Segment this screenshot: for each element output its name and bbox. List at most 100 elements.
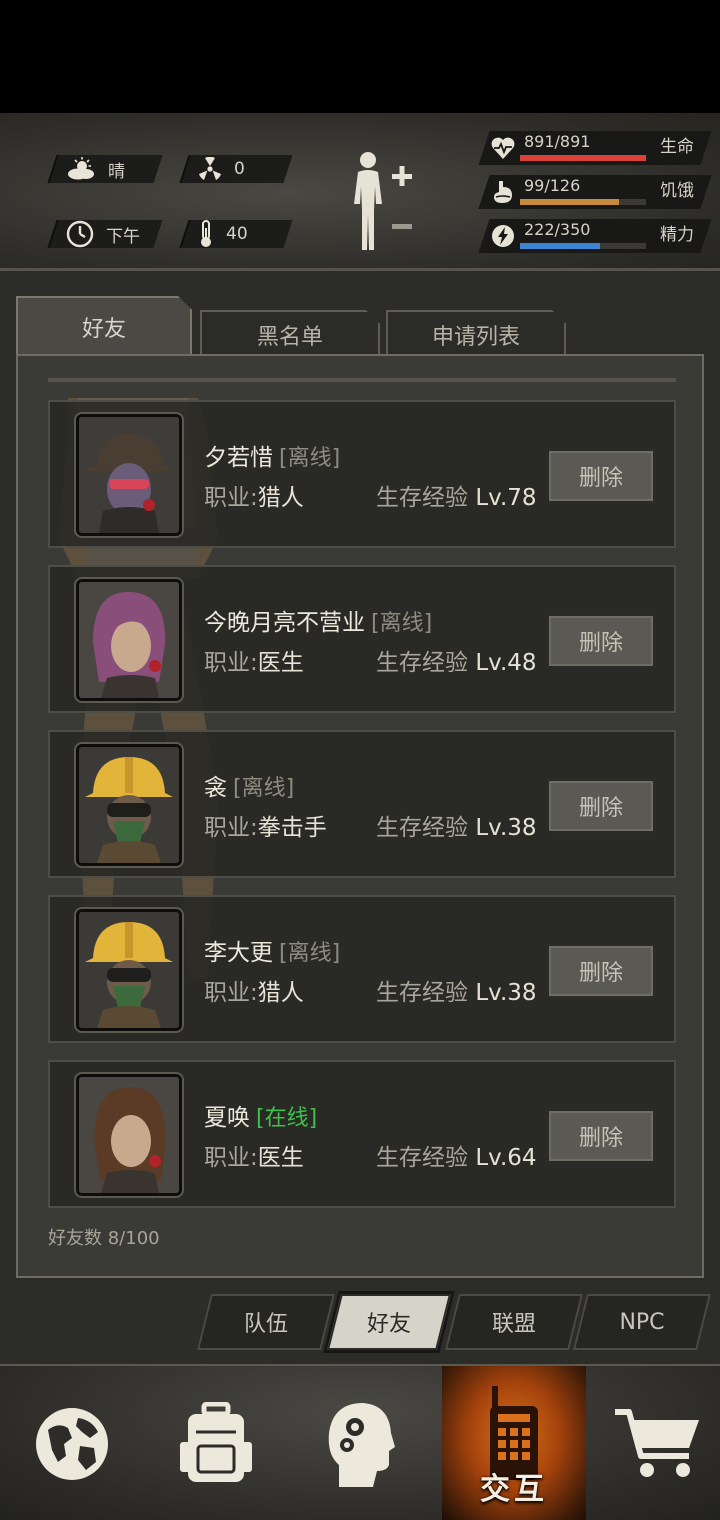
nav-backpack[interactable] — [144, 1366, 288, 1520]
friend-job: 医生 — [257, 1145, 304, 1171]
stomach-icon — [494, 181, 512, 203]
thermometer-icon — [201, 220, 211, 247]
friend-count: 好友数 8/100 — [48, 1228, 160, 1249]
friend-job: 医生 — [257, 650, 304, 676]
nav-interaction[interactable]: 交互 — [442, 1366, 586, 1520]
energy-label: 精力 — [660, 225, 694, 245]
hunter-avatar-icon — [76, 414, 182, 536]
bottom-nav: 交互 — [0, 1364, 720, 1520]
friend-status: [离线] — [279, 446, 341, 471]
friend-row[interactable]: 夕若惜 [离线] 职业:猎人 生存经验 Lv.78 删除 — [48, 400, 676, 548]
friend-name: 李大更 — [204, 940, 273, 966]
subtab-alliance[interactable]: 联盟 — [445, 1294, 583, 1350]
health-fill — [520, 155, 646, 161]
friend-job-label: 职业: — [204, 650, 258, 676]
subtab-team-label: 队伍 — [243, 1312, 288, 1337]
friend-exp-label: 生存经验 — [376, 650, 468, 676]
clock-icon — [66, 220, 94, 248]
radiation-chip: 0 — [179, 155, 293, 183]
nav-map[interactable] — [0, 1366, 144, 1520]
friend-row[interactable]: 夏唤 [在线] 职业:医生 生存经验 Lv.64 删除 — [48, 1060, 676, 1208]
helmet-avatar-icon — [76, 909, 182, 1031]
delete-label: 删除 — [578, 796, 623, 821]
delete-label: 删除 — [578, 961, 623, 986]
tab-requests-label: 申请列表 — [431, 325, 520, 350]
friend-job-label: 职业: — [204, 1145, 258, 1171]
delete-label: 删除 — [578, 631, 623, 656]
friend-job: 拳击手 — [257, 815, 327, 841]
tab-friends[interactable]: 好友 — [16, 296, 192, 356]
friend-status: [离线] — [371, 611, 433, 636]
nav-skills[interactable] — [288, 1366, 432, 1520]
friend-name: 衾 — [204, 775, 227, 801]
friend-row[interactable]: 李大更 [离线] 职业:猎人 生存经验 Lv.38 删除 — [48, 895, 676, 1043]
globe-icon — [36, 1408, 108, 1480]
friend-job-label: 职业: — [204, 815, 258, 841]
doctor-avatar-icon — [76, 1074, 182, 1196]
hunger-fill — [520, 199, 620, 205]
weather-text: 晴 — [108, 161, 125, 182]
friend-job-label: 职业: — [204, 980, 258, 1006]
friend-name: 夕若惜 — [204, 445, 273, 471]
friend-exp-label: 生存经验 — [376, 1145, 468, 1171]
helmet-avatar-icon — [76, 744, 182, 866]
heart-icon — [491, 137, 515, 159]
friend-level: Lv.38 — [475, 980, 537, 1006]
subtab-npc[interactable]: NPC — [573, 1294, 711, 1350]
subtab-team[interactable]: 队伍 — [197, 1294, 335, 1350]
tab-blacklist[interactable]: 黑名单 — [200, 310, 380, 358]
energy-icon — [492, 225, 514, 247]
hunger-value: 99/126 — [524, 176, 581, 195]
temperature-chip: 40 — [179, 220, 293, 248]
energy-bar: 222/350 精力 — [478, 219, 712, 253]
friend-job: 猎人 — [257, 980, 304, 1006]
body-status-icon[interactable] — [348, 150, 418, 254]
delete-friend-button[interactable]: 删除 — [546, 448, 656, 504]
delete-friend-button[interactable]: 删除 — [546, 1108, 656, 1164]
delete-friend-button[interactable]: 删除 — [546, 943, 656, 999]
time-chip: 下午 — [47, 220, 163, 248]
friend-exp-label: 生存经验 — [376, 485, 468, 511]
friend-status: [离线] — [233, 776, 295, 801]
energy-fill — [520, 243, 600, 249]
friend-list[interactable]: 夕若惜 [离线] 职业:猎人 生存经验 Lv.78 删除 今晚月亮不营业 [离线] … — [30, 378, 678, 1216]
time-text: 下午 — [106, 226, 140, 247]
subtab-friends[interactable]: 好友 — [327, 1294, 451, 1350]
delete-friend-button[interactable]: 删除 — [546, 778, 656, 834]
energy-value: 222/350 — [524, 220, 591, 239]
radiation-value: 0 — [234, 159, 245, 179]
weather-chip: 晴 — [47, 155, 163, 183]
subtab-friends-label: 好友 — [366, 1312, 411, 1337]
temperature-value: 40 — [226, 224, 248, 244]
friend-name: 夏唤 — [204, 1105, 250, 1131]
delete-friend-button[interactable]: 删除 — [546, 613, 656, 669]
radiation-icon — [199, 157, 221, 180]
brain-head-icon — [328, 1403, 395, 1487]
doctor-avatar-icon — [76, 579, 182, 701]
delete-label: 删除 — [578, 466, 623, 491]
tab-friends-label: 好友 — [81, 317, 126, 342]
health-label: 生命 — [660, 137, 694, 157]
nav-shop[interactable] — [586, 1366, 720, 1520]
friend-row[interactable]: 衾 [离线] 职业:拳击手 生存经验 Lv.38 删除 — [48, 730, 676, 878]
friend-level: Lv.78 — [475, 485, 537, 511]
health-value: 891/891 — [524, 132, 591, 151]
delete-label: 删除 — [578, 1126, 623, 1151]
health-bar: 891/891 生命 — [478, 131, 712, 165]
weather-icon — [68, 157, 94, 180]
friend-exp-label: 生存经验 — [376, 980, 468, 1006]
subtab-alliance-label: 联盟 — [491, 1312, 536, 1337]
friend-level: Lv.48 — [475, 650, 537, 676]
friend-name: 今晚月亮不营业 — [204, 610, 365, 636]
hunger-label: 饥饿 — [660, 181, 694, 201]
nav-interaction-label: 交互 — [480, 1472, 548, 1507]
hunger-bar: 99/126 饥饿 — [478, 175, 712, 209]
friend-job: 猎人 — [257, 485, 304, 511]
cart-icon — [615, 1409, 699, 1477]
friend-row[interactable]: 今晚月亮不营业 [离线] 职业:医生 生存经验 Lv.48 删除 — [48, 565, 676, 713]
friend-status: [离线] — [279, 941, 341, 966]
tab-blacklist-label: 黑名单 — [256, 325, 323, 350]
friend-level: Lv.64 — [475, 1145, 537, 1171]
tab-requests[interactable]: 申请列表 — [386, 310, 566, 358]
friend-job-label: 职业: — [204, 485, 258, 511]
